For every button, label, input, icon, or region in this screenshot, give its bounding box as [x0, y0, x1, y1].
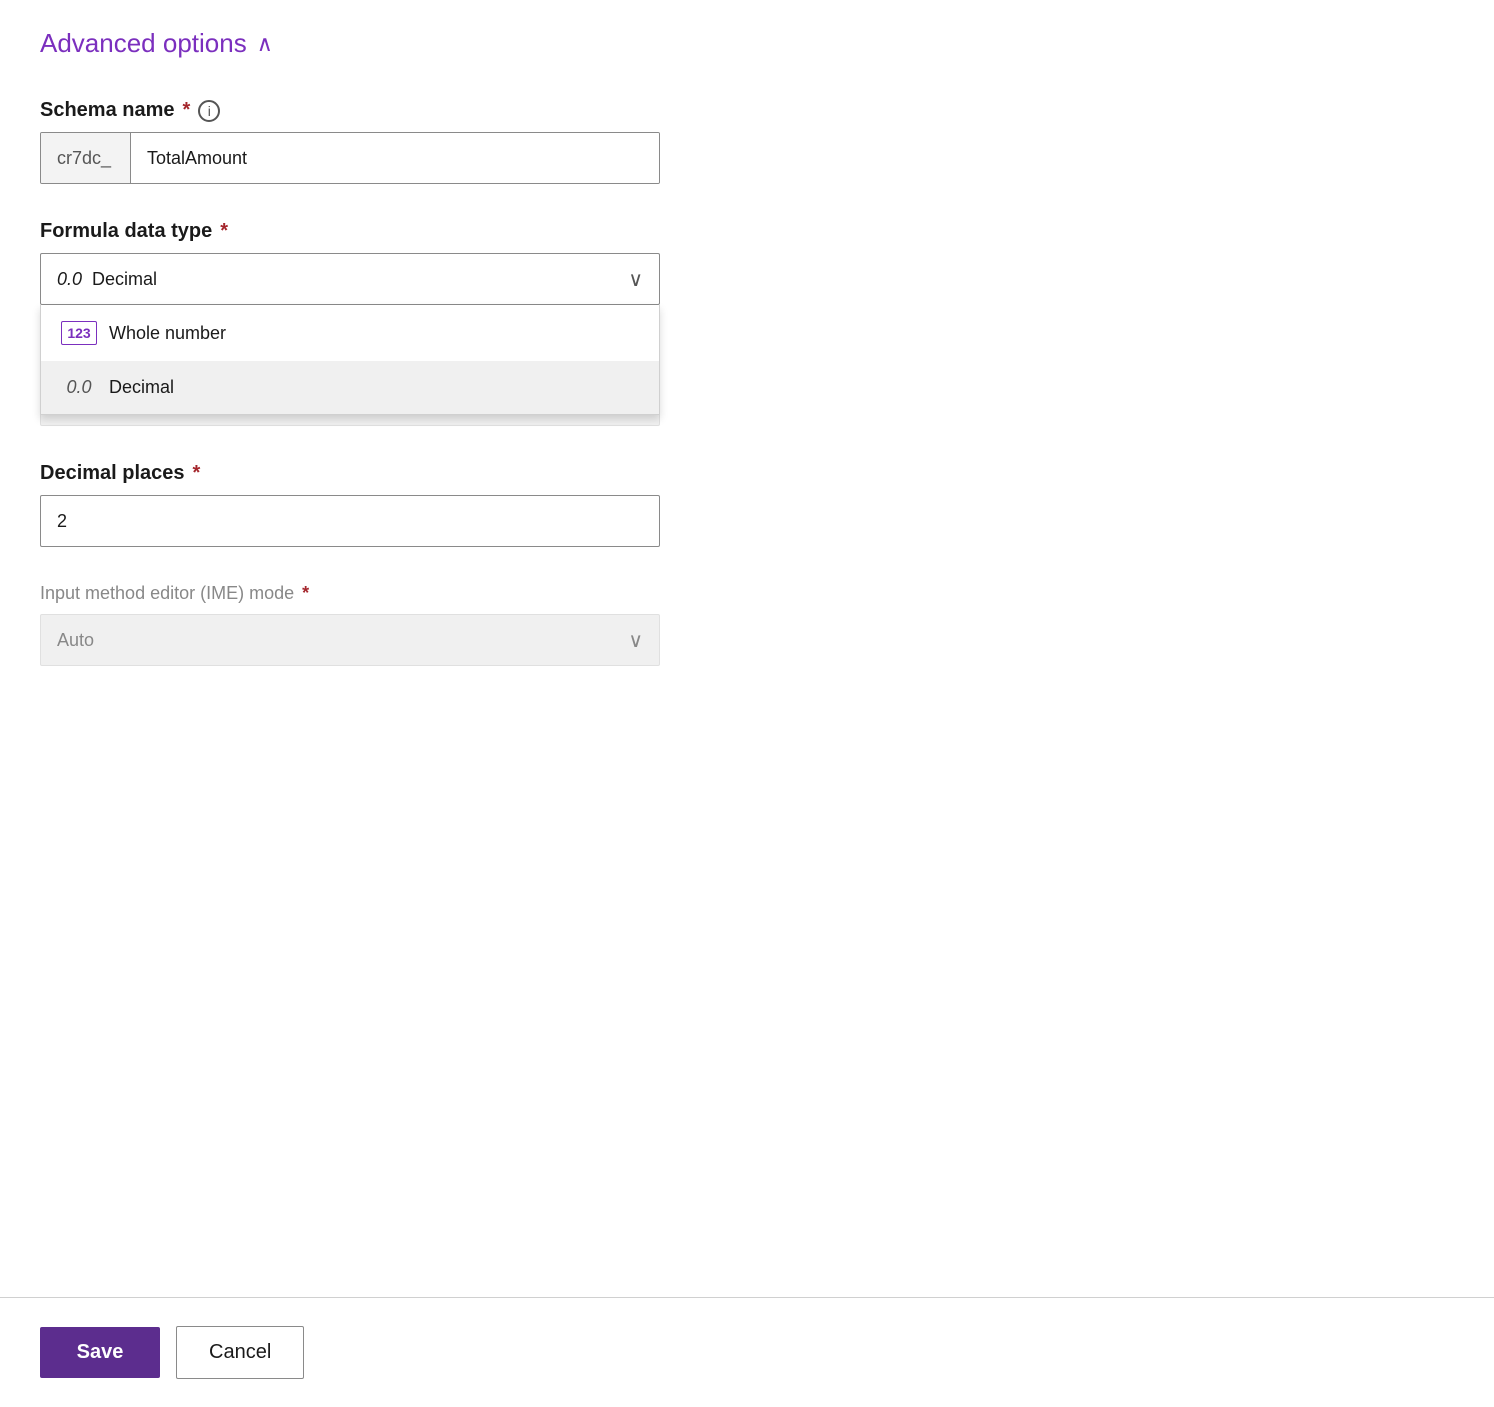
schema-name-input-group: cr7dc_ [40, 132, 660, 184]
formula-data-type-selected[interactable]: 0.0 Decimal ∨ [40, 253, 660, 305]
advanced-options-label: Advanced options [40, 28, 247, 59]
decimal-option-icon: 0.0 [61, 377, 97, 398]
schema-name-label-text: Schema name [40, 99, 175, 122]
decimal-label: Decimal [109, 377, 174, 398]
schema-name-input[interactable] [131, 133, 659, 183]
ime-mode-required: * [302, 583, 309, 604]
chevron-up-icon: ∧ [257, 33, 273, 55]
ime-mode-label: Input method editor (IME) mode * [40, 583, 660, 604]
dropdown-selected-text: Decimal [92, 269, 157, 290]
whole-number-icon: 123 [61, 321, 97, 345]
decimal-selected-icon: 0.0 [57, 269, 82, 290]
schema-name-info-icon[interactable]: i [198, 100, 220, 122]
ime-chevron-down-icon: ∨ [628, 628, 643, 653]
formula-data-type-dropdown[interactable]: 0.0 Decimal ∨ 123 Whole number 0.0 Decim… [40, 253, 660, 305]
save-button[interactable]: Save [40, 1327, 160, 1378]
schema-name-section: Schema name * i cr7dc_ [40, 99, 660, 184]
ime-mode-dropdown[interactable]: Auto ∨ [40, 614, 660, 666]
main-content: Advanced options ∧ Schema name * i cr7dc… [0, 0, 1494, 1297]
option-whole-number[interactable]: 123 Whole number [41, 305, 659, 361]
schema-prefix: cr7dc_ [41, 133, 131, 183]
decimal-places-label-text: Decimal places [40, 462, 185, 485]
decimal-places-input-wrapper [40, 495, 660, 547]
ime-mode-section: Input method editor (IME) mode * Auto ∨ [40, 583, 660, 666]
formula-data-type-required: * [220, 220, 228, 243]
decimal-places-required: * [193, 462, 201, 485]
schema-name-label: Schema name * i [40, 99, 660, 122]
chevron-down-icon: ∨ [628, 267, 643, 292]
decimal-places-label: Decimal places * [40, 462, 660, 485]
ime-mode-label-text: Input method editor (IME) mode [40, 583, 294, 604]
dropdown-selected-content: 0.0 Decimal [57, 269, 157, 290]
page-container: Advanced options ∧ Schema name * i cr7dc… [0, 0, 1494, 1407]
ime-mode-value: Auto [57, 630, 94, 651]
cancel-button[interactable]: Cancel [176, 1326, 304, 1379]
decimal-places-section: Decimal places * [40, 462, 660, 547]
advanced-options-header[interactable]: Advanced options ∧ [40, 28, 1454, 59]
option-decimal[interactable]: 0.0 Decimal [41, 361, 659, 414]
formula-data-type-section: Formula data type * 0.0 Decimal ∨ 123 Wh… [40, 220, 660, 305]
formula-data-type-label: Formula data type * [40, 220, 660, 243]
whole-number-label: Whole number [109, 323, 226, 344]
footer: Save Cancel [0, 1297, 1494, 1407]
schema-name-required: * [183, 99, 191, 122]
formula-data-type-label-text: Formula data type [40, 220, 212, 243]
formula-data-type-menu: 123 Whole number 0.0 Decimal [40, 305, 660, 415]
decimal-places-input[interactable] [57, 511, 643, 532]
